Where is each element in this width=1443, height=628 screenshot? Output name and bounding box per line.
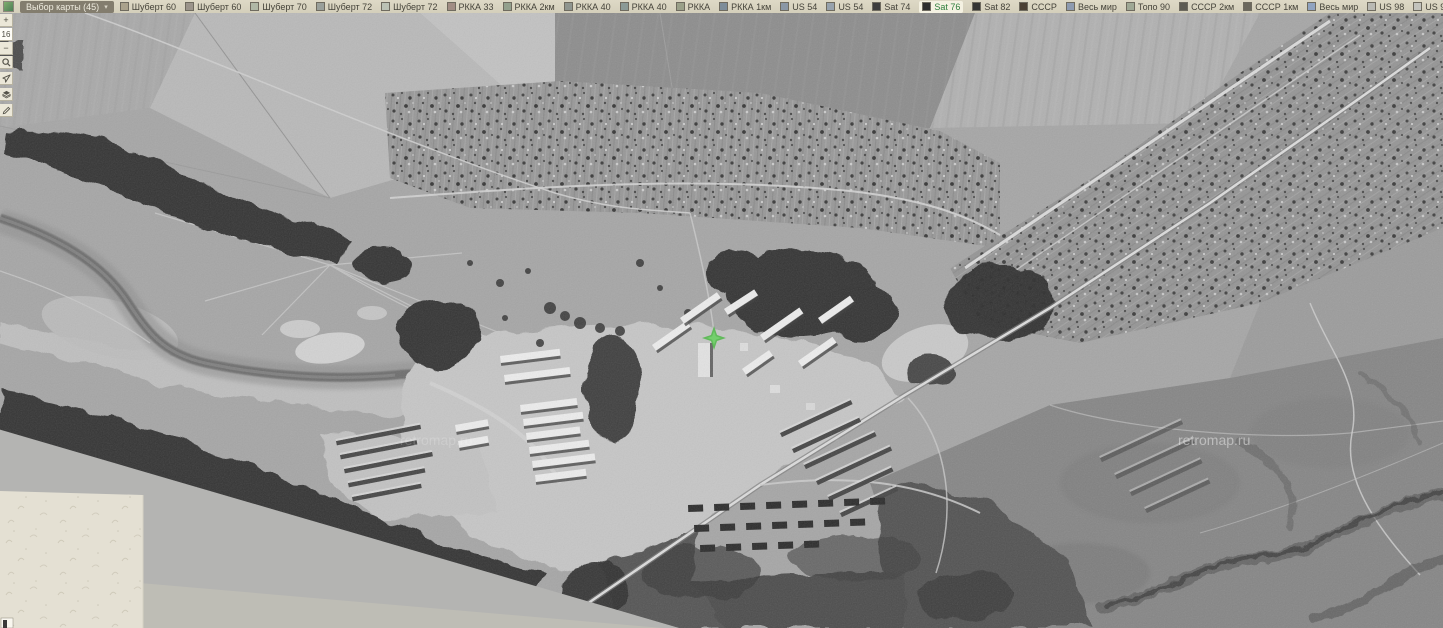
layer-thumbnail-icon	[922, 2, 932, 11]
layer-list: Шуберт 60 Шуберт 60 Шуберт 70 Шуберт 72 …	[119, 0, 1443, 13]
layer-thumbnail-icon	[185, 2, 195, 11]
layer-item[interactable]: РККА 33	[446, 1, 494, 13]
layer-item[interactable]: РККА	[675, 1, 711, 13]
layer-thumbnail-icon	[972, 2, 982, 11]
layer-thumbnail-icon	[719, 2, 729, 11]
layer-thumbnail-icon	[1019, 2, 1029, 11]
layer-label: Весь мир	[1319, 1, 1359, 12]
layer-thumbnail-icon	[872, 2, 882, 11]
layer-thumbnail-icon	[1179, 2, 1189, 11]
layer-thumbnail-icon	[1307, 2, 1317, 11]
layer-item[interactable]: СССР	[1019, 1, 1057, 13]
layer-thumbnail-icon	[1367, 2, 1377, 11]
layer-label: Шуберт 60	[131, 1, 177, 12]
layers-cube-icon	[1, 90, 11, 98]
zoom-out-button[interactable]: −	[0, 42, 13, 55]
layer-label: Шуберт 72	[393, 1, 438, 12]
layer-label: Шуберт 60	[197, 1, 242, 12]
layer-thumbnail-icon	[381, 2, 391, 11]
layer-label: Sat 76	[934, 1, 961, 12]
layer-thumbnail-icon	[1243, 2, 1253, 11]
zoom-in-button[interactable]: +	[0, 14, 13, 27]
layer-label: Sat 74	[884, 1, 911, 12]
site-logo-icon[interactable]	[3, 1, 14, 12]
layer-label: РККА 40	[631, 1, 667, 12]
map-select-label: Выбор карты (45)	[26, 1, 100, 12]
map-viewport: retromap.ru retromap.ru	[0, 13, 1443, 628]
layer-item[interactable]: Весь мир	[1065, 1, 1117, 13]
layer-label: СССР	[1031, 1, 1057, 12]
layer-label: РККА 40	[575, 1, 611, 12]
watermark: retromap.ru	[1178, 432, 1250, 448]
layer-label: РККА 1км	[731, 1, 772, 12]
layer-item[interactable]: РККА 40	[563, 1, 611, 13]
layer-item[interactable]: Sat 74	[872, 1, 910, 13]
layer-thumbnail-icon	[1125, 2, 1135, 11]
layer-item[interactable]: РККА 2км	[502, 1, 555, 13]
watermark-faint: retromap.ru	[400, 432, 472, 448]
layer-label: Sat 82	[984, 1, 1011, 12]
layer-label: US 54	[792, 1, 818, 12]
layer-label: Шуберт 72	[327, 1, 373, 12]
layer-item[interactable]: Весь мир	[1307, 1, 1358, 13]
search-button[interactable]	[0, 56, 13, 69]
layer-thumbnail-icon	[446, 2, 456, 11]
layer-thumbnail-icon	[1065, 2, 1075, 11]
layer-label: US 54	[838, 1, 864, 12]
layer-label: РККА 33	[458, 1, 494, 12]
aerial-photo-1976: retromap.ru retromap.ru	[0, 13, 1443, 628]
layer-thumbnail-icon	[119, 2, 129, 11]
layer-thumbnail-icon	[250, 2, 260, 11]
layer-thumbnail-icon	[675, 2, 685, 11]
layer-item[interactable]: Шуберт 72	[315, 1, 373, 13]
layer-label: РККА	[687, 1, 711, 12]
layer-item[interactable]: Шуберт 60	[119, 1, 177, 13]
layer-item[interactable]: РККА 40	[619, 1, 667, 13]
layer-item[interactable]: Шуберт 70	[250, 1, 307, 13]
zoom-level: 16	[0, 28, 13, 41]
layer-thumbnail-icon	[619, 2, 629, 11]
layer-label: СССР 1км	[1255, 1, 1299, 12]
layer-item[interactable]: СССР 2км	[1179, 1, 1234, 13]
layer-thumbnail-icon	[1413, 2, 1423, 11]
layer-item[interactable]: Шуберт 60	[185, 1, 241, 13]
layer-item[interactable]: US 54	[780, 1, 817, 13]
layer-thumbnail-icon	[780, 2, 790, 11]
layer-item[interactable]: US 98	[1413, 1, 1443, 13]
measure-button[interactable]	[0, 104, 13, 117]
layer-label: US 98	[1379, 1, 1405, 12]
layer-label: Шуберт 70	[262, 1, 307, 12]
layer-label: СССР 2км	[1191, 1, 1235, 12]
chevron-down-icon: ▾	[104, 3, 108, 11]
layer-label: US 98	[1425, 1, 1443, 12]
zoom-panel: + 16 −	[0, 14, 14, 118]
layer-label: РККА 2км	[514, 1, 555, 12]
layer-label: Топо 90	[1137, 1, 1171, 12]
layer-thumbnail-icon	[315, 2, 325, 11]
layer-item[interactable]: СССР 1км	[1243, 1, 1298, 13]
corner-logo-partial	[0, 617, 14, 628]
layer-item[interactable]: Sat 76	[919, 0, 964, 13]
layer-label: Весь мир	[1077, 1, 1117, 12]
layer-item[interactable]: Шуберт 72	[381, 1, 438, 13]
layer-item[interactable]: US 54	[826, 1, 863, 13]
layer-thumbnail-icon	[502, 2, 512, 11]
layers-button[interactable]	[0, 88, 13, 101]
layer-item[interactable]: Топо 90	[1125, 1, 1171, 13]
layer-item[interactable]: Sat 82	[972, 1, 1010, 13]
search-icon	[1, 57, 11, 67]
navigate-button[interactable]	[0, 72, 13, 85]
layer-thumbnail-icon	[563, 2, 573, 11]
layer-item[interactable]: US 98	[1367, 1, 1404, 13]
pencil-icon	[2, 106, 10, 114]
layer-item[interactable]: РККА 1км	[719, 1, 771, 13]
map-layers-toolbar: Выбор карты (45) ▾ Шуберт 60 Шуберт 60 Ш…	[0, 0, 1443, 13]
layer-thumbnail-icon	[826, 2, 836, 11]
map-canvas[interactable]: retromap.ru retromap.ru	[0, 13, 1443, 628]
navigate-arrow-icon	[1, 73, 11, 83]
map-select-dropdown[interactable]: Выбор карты (45) ▾	[20, 0, 114, 13]
